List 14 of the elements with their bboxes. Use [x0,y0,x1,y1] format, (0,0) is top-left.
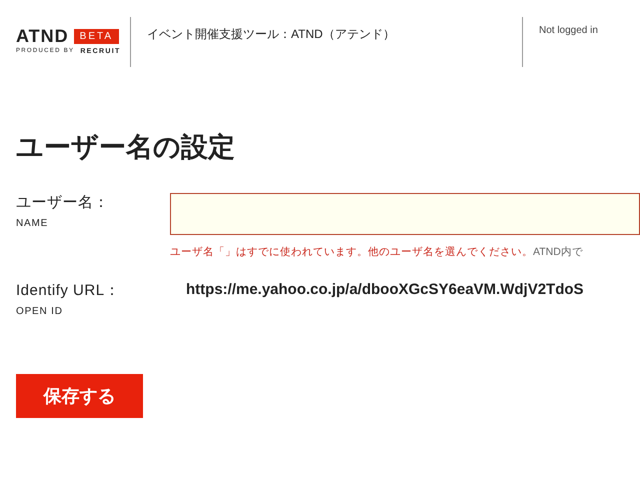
logo-text: ATND [16,27,69,45]
field-label: Identify URL： [16,281,122,300]
username-field[interactable] [170,193,640,235]
field-sublabel: OPEN ID [16,306,64,317]
save-button[interactable]: 保存する [16,374,143,418]
identify-url: https://me.yahoo.co.jp/a/dbooXGcSY6eaVM.WdjV2TdoS [186,281,584,298]
page-heading: ユーザー名の設定 [16,131,236,164]
error-message: ユーザ名「」はすでに使われています。他のユーザ名を選んでください。 [170,245,533,259]
field-sublabel: NAME [16,218,50,229]
site-title: イベント開催支援ツール：ATND（アテンド） [131,17,523,67]
field-label: ユーザー名： [16,193,110,212]
beta-badge: BETA [74,28,120,44]
help-text: ATND内で [533,245,583,259]
login-status: Not logged in [538,24,598,38]
